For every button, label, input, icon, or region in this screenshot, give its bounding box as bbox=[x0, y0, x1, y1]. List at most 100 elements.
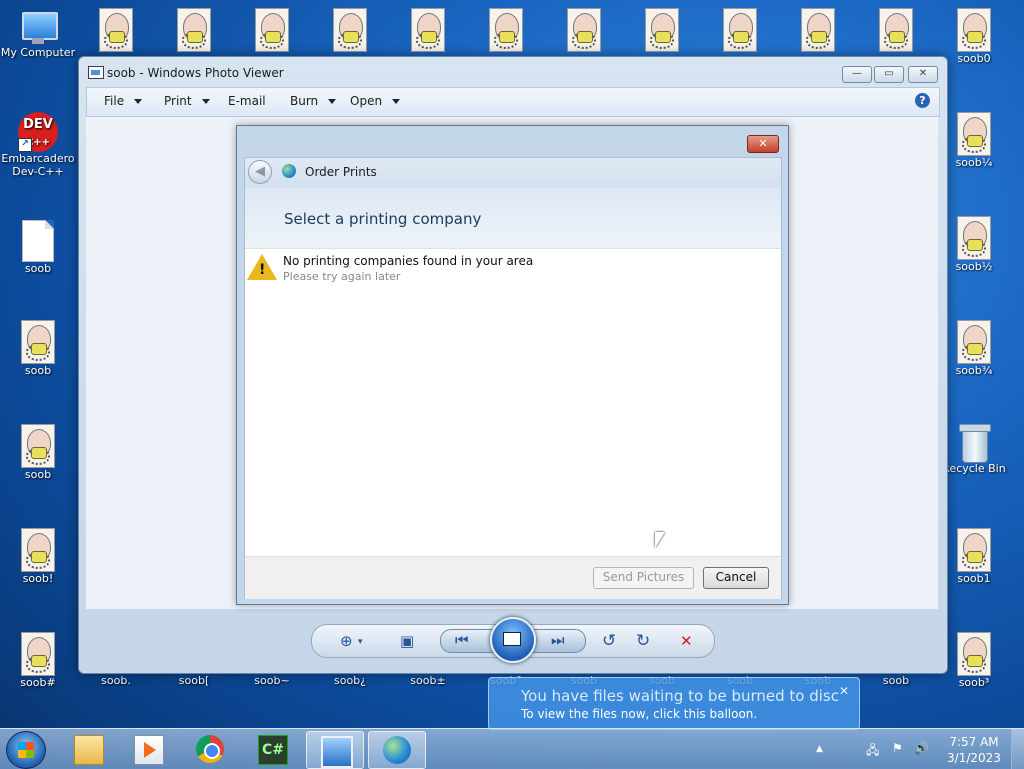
taskbar-photo-viewer[interactable] bbox=[306, 731, 364, 769]
previous-icon[interactable]: ⏮ bbox=[455, 632, 469, 648]
desktop-icon-image[interactable] bbox=[624, 8, 700, 52]
desktop-icon-soob[interactable]: soob bbox=[0, 320, 76, 377]
desktop-icon-devcpp[interactable]: DEV C++ ↗ Embarcadero Dev-C++ bbox=[0, 112, 76, 178]
image-thumbnail-icon bbox=[957, 8, 991, 52]
image-thumbnail-icon bbox=[21, 320, 55, 364]
rotate-clockwise-icon[interactable]: ↻ bbox=[636, 633, 650, 650]
action-center-flag-icon[interactable]: ⚑ bbox=[892, 741, 903, 755]
order-prints-dialog: ✕ ◀ Order Prints Select a printing compa… bbox=[236, 125, 789, 605]
zoom-icon[interactable]: ⊕ bbox=[340, 633, 353, 649]
clock-date: 3/1/2023 bbox=[947, 751, 1001, 765]
image-thumbnail-icon bbox=[21, 424, 55, 468]
next-icon[interactable]: ⏭ bbox=[551, 632, 565, 648]
volume-icon[interactable]: 🔊 bbox=[914, 741, 929, 755]
maximize-button[interactable]: ▭ bbox=[874, 66, 904, 83]
start-button[interactable] bbox=[6, 731, 46, 769]
desktop-icon-my-computer[interactable]: My Computer bbox=[0, 10, 76, 59]
image-thumbnail-icon bbox=[489, 8, 523, 52]
desktop-icon-label: soob[ bbox=[178, 674, 210, 687]
shortcut-arrow-icon: ↗ bbox=[18, 138, 32, 152]
warning-mark: ! bbox=[259, 262, 266, 278]
show-desktop-button[interactable] bbox=[1011, 729, 1024, 769]
system-clock[interactable]: 7:57 AM 3/1/2023 bbox=[944, 734, 1004, 766]
computer-icon bbox=[18, 10, 58, 46]
image-thumbnail-icon bbox=[801, 8, 835, 52]
taskbar-order-prints[interactable] bbox=[368, 731, 426, 769]
order-prints-globe-icon bbox=[282, 164, 296, 178]
menu-open[interactable]: Open bbox=[350, 94, 401, 108]
desktop-icon-label: Embarcadero Dev-C++ bbox=[1, 152, 75, 178]
dialog-content: ◀ Order Prints Select a printing company… bbox=[244, 157, 782, 599]
send-pictures-button[interactable]: Send Pictures bbox=[593, 567, 694, 589]
menu-burn[interactable]: Burn bbox=[290, 94, 337, 108]
desktop-icon-image[interactable] bbox=[234, 8, 310, 52]
close-button[interactable]: ✕ bbox=[908, 66, 938, 83]
image-thumbnail-icon bbox=[957, 216, 991, 260]
media-player-icon bbox=[134, 735, 164, 765]
image-thumbnail-icon bbox=[645, 8, 679, 52]
chevron-down-icon bbox=[392, 99, 401, 104]
devcpp-logo-icon: DEV C++ ↗ bbox=[18, 112, 58, 152]
desktop-icon-label: soob. bbox=[101, 674, 131, 687]
minimize-button[interactable]: — bbox=[842, 66, 872, 83]
window-title: soob - Windows Photo Viewer bbox=[107, 66, 284, 80]
clock-time: 7:57 AM bbox=[949, 735, 999, 749]
desktop-icon-soob[interactable]: soob# bbox=[0, 632, 76, 689]
desktop-icon-soob[interactable]: soob bbox=[0, 424, 76, 481]
desktop-icon-soob-file[interactable]: soob bbox=[0, 220, 76, 275]
desktop-icon-image[interactable] bbox=[546, 8, 622, 52]
chevron-down-icon[interactable]: ▾ bbox=[358, 634, 363, 650]
menu-print[interactable]: Print bbox=[164, 94, 210, 108]
desktop-icon-soob[interactable]: soob! bbox=[0, 528, 76, 585]
desktop-icon-image[interactable] bbox=[390, 8, 466, 52]
desktop-icon-label: My Computer bbox=[0, 46, 76, 59]
slideshow-button[interactable] bbox=[490, 617, 536, 663]
menu-file[interactable]: File bbox=[104, 94, 143, 108]
show-hidden-icons-icon[interactable]: ▲ bbox=[816, 744, 823, 754]
menu-email[interactable]: E-mail bbox=[228, 94, 266, 108]
delete-icon[interactable]: ✕ bbox=[680, 633, 693, 649]
dialog-heading: Select a printing company bbox=[284, 210, 482, 228]
desktop-icon-image[interactable] bbox=[312, 8, 388, 52]
balloon-title: You have files waiting to be burned to d… bbox=[521, 687, 839, 705]
burn-notification-balloon[interactable]: You have files waiting to be burned to d… bbox=[488, 677, 860, 730]
document-icon bbox=[22, 220, 54, 262]
dialog-header: Select a printing company bbox=[245, 188, 781, 249]
actual-size-icon[interactable]: ▣ bbox=[400, 633, 414, 649]
photo-viewer-app-icon bbox=[88, 66, 104, 79]
rotate-counterclockwise-icon[interactable]: ↺ bbox=[602, 633, 616, 650]
desktop-icon-soob0[interactable]: soob0 bbox=[936, 8, 1012, 65]
csharp-icon: C# bbox=[258, 735, 288, 765]
desktop-icon-image[interactable] bbox=[780, 8, 856, 52]
chevron-down-icon bbox=[201, 99, 210, 104]
dialog-close-button[interactable]: ✕ bbox=[747, 135, 779, 153]
desktop-icon-label: soob bbox=[24, 262, 52, 275]
taskbar-csharp[interactable]: C# bbox=[244, 731, 300, 767]
desktop-icon-label: soob# bbox=[20, 676, 56, 689]
back-arrow-icon[interactable]: ◀ bbox=[248, 160, 272, 184]
desktop-icon-image[interactable] bbox=[78, 8, 154, 52]
image-thumbnail-icon bbox=[177, 8, 211, 52]
globe-icon bbox=[383, 736, 411, 764]
image-thumbnail-icon bbox=[99, 8, 133, 52]
desktop-icon-image[interactable] bbox=[702, 8, 778, 52]
image-thumbnail-icon bbox=[411, 8, 445, 52]
desktop-icon-image[interactable] bbox=[858, 8, 934, 52]
balloon-close-icon[interactable]: ✕ bbox=[839, 684, 849, 698]
desktop-icon-image[interactable] bbox=[468, 8, 544, 52]
desktop-icon-label: soob! bbox=[22, 572, 54, 585]
network-icon[interactable]: 🖧 bbox=[866, 741, 879, 762]
taskbar-windows-explorer[interactable] bbox=[60, 731, 116, 767]
desktop-icon-label: soob³ bbox=[958, 676, 990, 689]
desktop-icon-image[interactable] bbox=[156, 8, 232, 52]
dialog-footer: Send Pictures Cancel bbox=[245, 556, 781, 599]
desktop-icon-label: soob~ bbox=[254, 674, 290, 687]
desktop-icon-label: soob¿ bbox=[333, 674, 366, 687]
dialog-title: Order Prints bbox=[305, 165, 377, 179]
photo-viewer-icon bbox=[321, 736, 353, 768]
help-icon[interactable]: ? bbox=[915, 93, 930, 108]
image-thumbnail-icon bbox=[957, 112, 991, 156]
taskbar-chrome[interactable] bbox=[182, 731, 238, 767]
taskbar-media-player[interactable] bbox=[120, 731, 176, 767]
cancel-button[interactable]: Cancel bbox=[703, 567, 769, 589]
